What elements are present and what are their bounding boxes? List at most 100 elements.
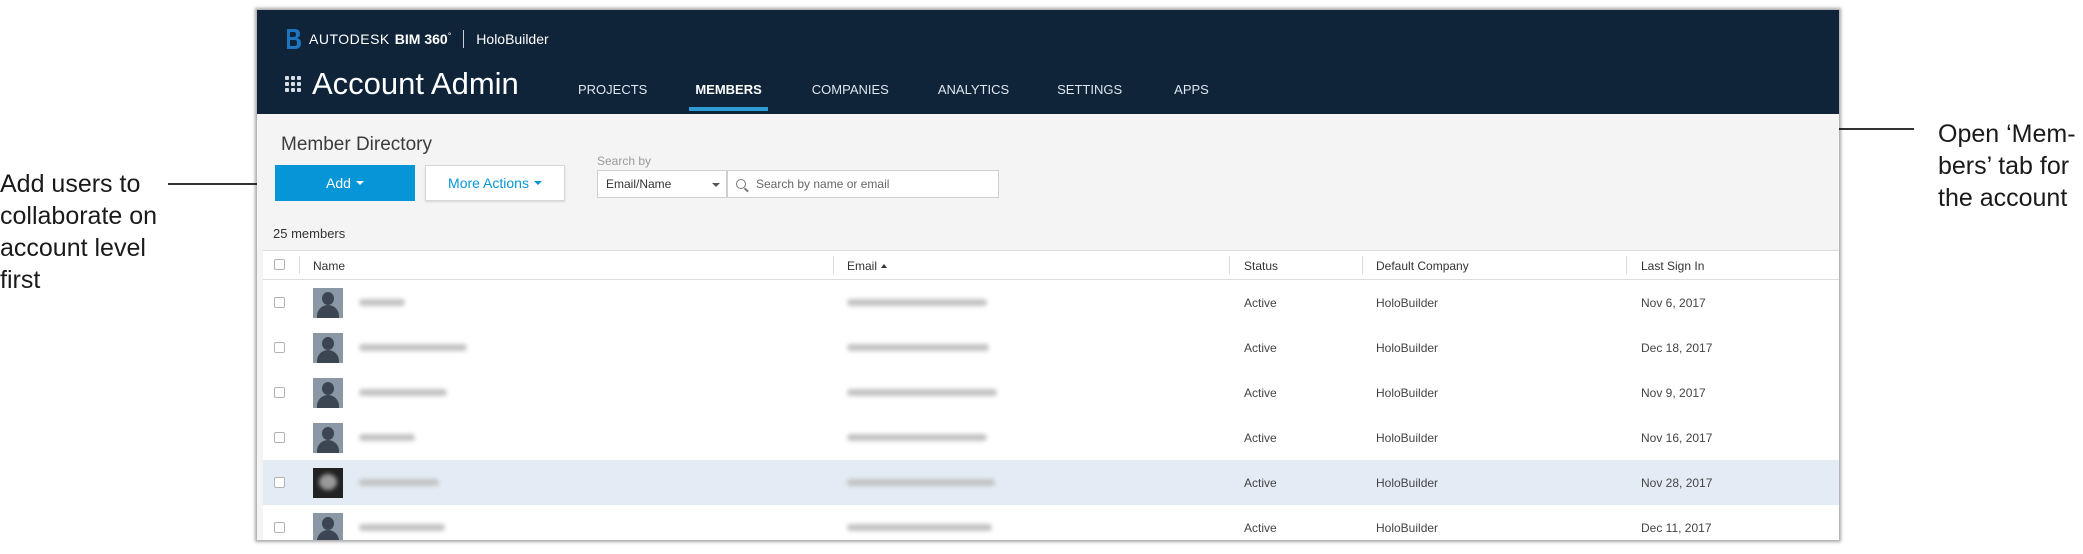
app-window: AUTODESK BIM 360 ° HoloBuilder Account A…	[257, 10, 1839, 540]
autodesk-logo-icon	[287, 29, 301, 49]
page-title: Account Admin	[312, 66, 519, 101]
redacted-email	[847, 524, 992, 531]
search-box[interactable]	[727, 170, 999, 198]
table-header: Name Email Status Default Company Last S…	[263, 251, 1839, 280]
brand-separator	[463, 30, 465, 48]
search-icon	[736, 179, 746, 189]
company-cell: HoloBuilder	[1376, 386, 1439, 400]
status-cell: Active	[1244, 341, 1277, 355]
search-by-label: Search by	[597, 154, 652, 168]
tab-members[interactable]: MEMBERS	[689, 82, 769, 111]
row-checkbox[interactable]	[274, 297, 285, 308]
column-header-last-sign-in[interactable]: Last Sign In	[1641, 259, 1704, 273]
row-checkbox[interactable]	[274, 387, 285, 398]
redacted-name	[359, 524, 445, 531]
table-row[interactable]: Active HoloBuilder Nov 6, 2017	[263, 280, 1839, 326]
table-row[interactable]: Active HoloBuilder Nov 28, 2017	[263, 460, 1839, 506]
select-all-checkbox[interactable]	[274, 259, 285, 270]
row-checkbox[interactable]	[274, 522, 285, 533]
company-cell: HoloBuilder	[1376, 431, 1439, 445]
tab-settings[interactable]: SETTINGS	[1057, 82, 1122, 109]
user-avatar-icon	[313, 378, 343, 408]
last-sign-in-cell: Dec 18, 2017	[1641, 341, 1713, 355]
redacted-email	[847, 344, 989, 351]
brand-autodesk: AUTODESK	[309, 31, 390, 47]
top-header: AUTODESK BIM 360 ° HoloBuilder Account A…	[257, 10, 1839, 114]
annotation-right-line: Open ‘Mem-	[1938, 120, 2076, 148]
table-row[interactable]: Active HoloBuilder Nov 9, 2017	[263, 370, 1839, 416]
column-header-default-company[interactable]: Default Company	[1376, 259, 1469, 273]
column-divider	[299, 256, 300, 274]
caret-down-icon	[355, 181, 364, 185]
tab-projects[interactable]: PROJECTS	[578, 82, 647, 109]
more-actions-button[interactable]: More Actions	[425, 165, 565, 201]
caret-down-icon	[712, 183, 720, 187]
company-cell: HoloBuilder	[1376, 341, 1439, 355]
table-row[interactable]: Active HoloBuilder Dec 11, 2017	[263, 505, 1839, 540]
last-sign-in-cell: Nov 9, 2017	[1641, 386, 1706, 400]
section-title: Member Directory	[281, 134, 432, 155]
column-divider	[833, 256, 834, 274]
app-title-row: Account Admin	[285, 66, 519, 102]
user-avatar-icon	[313, 468, 343, 498]
redacted-name	[359, 299, 405, 306]
annotation-right-line: bers’ tab for	[1938, 152, 2070, 180]
column-divider	[1626, 256, 1627, 274]
last-sign-in-cell: Nov 28, 2017	[1641, 476, 1713, 490]
redacted-email	[847, 389, 997, 396]
search-input[interactable]	[754, 176, 978, 192]
status-cell: Active	[1244, 386, 1277, 400]
status-cell: Active	[1244, 296, 1277, 310]
column-divider	[1362, 256, 1363, 274]
main-content: Member Directory Add More Actions Search…	[257, 114, 1839, 540]
column-header-email-label: Email	[847, 259, 878, 273]
user-avatar-icon	[313, 513, 343, 540]
search-by-value: Email/Name	[606, 177, 672, 191]
last-sign-in-cell: Nov 6, 2017	[1641, 296, 1706, 310]
redacted-name	[359, 479, 439, 486]
row-checkbox[interactable]	[274, 342, 285, 353]
status-cell: Active	[1244, 476, 1277, 490]
redacted-email	[847, 479, 995, 486]
annotation-left-line: first	[0, 266, 41, 294]
redacted-email	[847, 299, 987, 306]
brand-product-mark: °	[447, 31, 452, 41]
add-button[interactable]: Add	[275, 165, 415, 201]
company-cell: HoloBuilder	[1376, 296, 1439, 310]
account-name[interactable]: HoloBuilder	[476, 31, 548, 47]
user-avatar-icon	[313, 288, 343, 318]
brand-product: BIM 360	[394, 31, 448, 47]
caret-down-icon	[533, 181, 542, 185]
redacted-name	[359, 434, 415, 441]
search-by-select[interactable]: Email/Name	[597, 170, 727, 198]
company-cell: HoloBuilder	[1376, 521, 1439, 535]
annotation-right: Open ‘Mem- bers’ tab for the account	[1938, 118, 2083, 214]
column-divider	[1229, 256, 1230, 274]
user-avatar-icon	[313, 333, 343, 363]
company-cell: HoloBuilder	[1376, 476, 1439, 490]
last-sign-in-cell: Dec 11, 2017	[1641, 521, 1712, 535]
annotation-left: Add users to collaborate on account leve…	[0, 168, 190, 296]
row-checkbox[interactable]	[274, 477, 285, 488]
redacted-email	[847, 434, 987, 441]
app-grid-icon[interactable]	[285, 76, 301, 92]
table-row[interactable]: Active HoloBuilder Dec 18, 2017	[263, 325, 1839, 371]
tab-apps[interactable]: APPS	[1174, 82, 1209, 109]
tab-companies[interactable]: COMPANIES	[812, 82, 889, 109]
table-row[interactable]: Active HoloBuilder Nov 16, 2017	[263, 415, 1839, 461]
annotation-left-line: Add users to	[0, 170, 141, 198]
user-avatar-icon	[313, 423, 343, 453]
annotation-left-line: account level	[0, 234, 146, 262]
column-header-status[interactable]: Status	[1244, 259, 1278, 273]
annotation-left-line: collaborate on	[0, 202, 158, 230]
row-checkbox[interactable]	[274, 432, 285, 443]
more-actions-label: More Actions	[448, 175, 529, 191]
status-cell: Active	[1244, 521, 1277, 535]
tab-analytics[interactable]: ANALYTICS	[938, 82, 1009, 109]
column-header-email[interactable]: Email	[847, 259, 888, 273]
redacted-name	[359, 389, 447, 396]
redacted-name	[359, 344, 467, 351]
last-sign-in-cell: Nov 16, 2017	[1641, 431, 1713, 445]
column-header-name[interactable]: Name	[313, 259, 345, 273]
status-cell: Active	[1244, 431, 1277, 445]
